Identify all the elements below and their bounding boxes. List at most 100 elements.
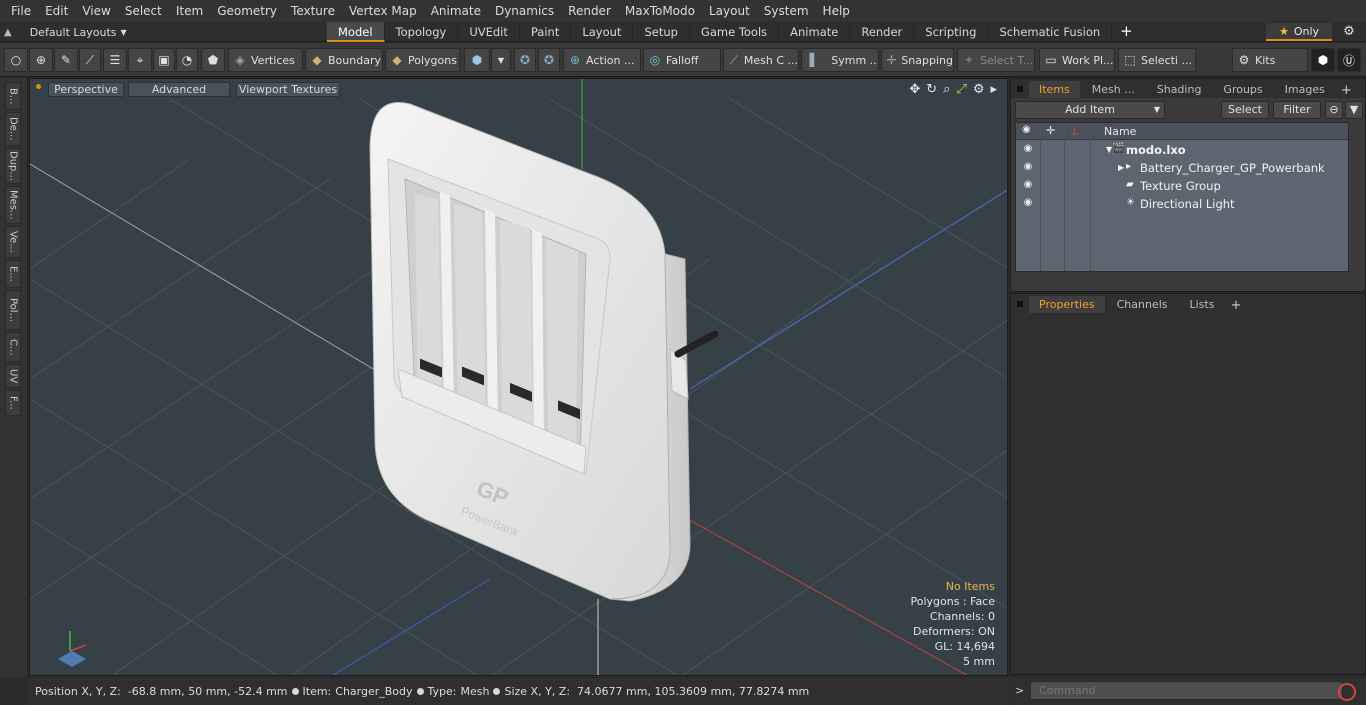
rotate-icon[interactable]: ↻ [926,82,937,97]
layout-selector[interactable]: ▲ Default Layouts ▼ [4,22,127,42]
left-tab-7[interactable]: C... [5,332,21,362]
menu-item-file[interactable]: File [4,0,38,22]
select-through-button[interactable]: ✦ Select T... [957,48,1035,72]
tree-row[interactable]: ◉ ▰ Texture Group [1016,177,1348,195]
visibility-eye-icon[interactable]: ◉ [1020,179,1036,193]
material-dropdown[interactable]: ▼ [491,48,511,72]
tab-uvedit[interactable]: UVEdit [458,22,520,42]
snapping-button[interactable]: ✛ Snapping [881,48,954,72]
props-tab-channels[interactable]: Channels [1107,296,1178,313]
menu-item-animate[interactable]: Animate [424,0,488,22]
left-tab-1[interactable]: De... [5,112,21,146]
tab-game-tools[interactable]: Game Tools [690,22,780,42]
work-plane-button[interactable]: ▭ Work Pl... [1039,48,1115,72]
expand-right-icon[interactable]: ▶ [1118,163,1124,172]
snap-a-button[interactable]: ✪ [514,48,536,72]
modo-cube-button[interactable]: ⬢ [1311,48,1335,72]
tab-animate[interactable]: Animate [779,22,851,42]
left-tab-8[interactable]: UV [5,364,21,388]
move-icon[interactable]: ✥ [909,82,920,97]
props-tab-properties[interactable]: Properties [1029,296,1105,313]
left-tab-6[interactable]: Pol... [5,290,21,330]
viewport-textures-button[interactable]: Viewport Textures [236,82,340,97]
3d-viewport[interactable]: GP PowerBank Perspective Advanced Viewpo… [29,78,1008,676]
tab-paint[interactable]: Paint [520,22,572,42]
menu-item-geometry[interactable]: Geometry [210,0,284,22]
tab-model[interactable]: Model [327,22,385,42]
tab-layout[interactable]: Layout [571,22,634,42]
tree-row[interactable]: ◉ ▼ 🎬 modo.lxo [1016,141,1348,159]
material-button[interactable]: ⬢ [464,48,490,72]
visibility-eye-icon[interactable]: ◉ [1020,197,1036,211]
select-button[interactable]: Select [1221,101,1269,119]
polygons-button[interactable]: ◆ Polygons [385,48,460,72]
select-circle-button[interactable]: ○ [4,48,28,72]
menu-item-texture[interactable]: Texture [284,0,342,22]
gear-icon[interactable]: ⚙ [1340,24,1358,40]
unreal-button[interactable]: Ⓤ [1337,48,1361,72]
tab-setup[interactable]: Setup [633,22,690,42]
funnel-button[interactable]: ▼ [1345,101,1363,119]
crosshair-button[interactable]: ⌖ [128,48,152,72]
items-tab-groups[interactable]: Groups [1213,81,1272,98]
menu-item-system[interactable]: System [757,0,816,22]
visibility-eye-icon[interactable]: ◉ [1020,161,1036,175]
menu-item-render[interactable]: Render [561,0,618,22]
items-tab-mesh[interactable]: Mesh ... [1082,81,1145,98]
zoom-icon[interactable]: ⌕ [943,82,950,97]
tab-schematic-fusion[interactable]: Schematic Fusion [988,22,1113,42]
play-icon[interactable]: ▸ [990,82,997,97]
items-tab-shading[interactable]: Shading [1147,81,1212,98]
globe-button[interactable]: ⊕ [29,48,53,72]
left-tab-5[interactable]: E... [5,260,21,288]
left-tab-9[interactable]: F... [5,390,21,416]
panel-menu-icon[interactable] [1017,86,1023,92]
add-panel-tab-icon[interactable]: + [1224,298,1247,313]
menu-item-maxtomodo[interactable]: MaxToModo [618,0,702,22]
add-item-button[interactable]: Add Item ▼ [1015,101,1165,119]
tab-render[interactable]: Render [850,22,915,42]
left-tab-0[interactable]: B... [5,82,21,110]
symmetry-button[interactable]: ▐ Symm ... [801,48,879,72]
add-tab-icon[interactable]: + [1112,22,1141,42]
advanced-button[interactable]: Advanced [128,82,230,97]
brush-button[interactable]: ⟋ [79,48,101,72]
selection-button[interactable]: ⬚ Selecti ... [1118,48,1196,72]
boundary-button[interactable]: ◆ Boundary [305,48,383,72]
menu-item-dynamics[interactable]: Dynamics [488,0,561,22]
visibility-eye-icon[interactable]: ◉ [1020,143,1036,157]
menu-item-layout[interactable]: Layout [702,0,757,22]
tab-topology[interactable]: Topology [385,22,459,42]
square-circle-button[interactable]: ▣ [153,48,175,72]
pen-button[interactable]: ✎ [54,48,78,72]
collapse-button[interactable]: ⊖ [1325,101,1343,119]
tree-row[interactable]: ◉ ▶ ▸ Battery_Charger_GP_Powerbank [1016,159,1348,177]
items-tab-images[interactable]: Images [1275,81,1335,98]
filter-button[interactable]: Filter [1273,101,1321,119]
perspective-button[interactable]: Perspective [48,82,124,97]
left-tab-3[interactable]: Mes... [5,186,21,224]
items-tab-items[interactable]: Items [1029,81,1080,98]
kits-button[interactable]: ⚙ Kits [1232,48,1308,72]
vertices-button[interactable]: ◈ Vertices [228,48,303,72]
menu-item-select[interactable]: Select [118,0,169,22]
props-tab-lists[interactable]: Lists [1180,296,1225,313]
snap-b-button[interactable]: ✪ [538,48,560,72]
dial-button[interactable]: ◔ [176,48,198,72]
tree-row[interactable]: ◉ ☀ Directional Light [1016,195,1348,213]
menu-item-item[interactable]: Item [169,0,210,22]
menu-item-view[interactable]: View [75,0,117,22]
align-button[interactable]: ☰ [103,48,127,72]
mesh-constraint-button[interactable]: ⟋ Mesh C ... [723,48,799,72]
action-button[interactable]: ⊕ Action ... [563,48,641,72]
panel-menu-icon[interactable] [1017,301,1023,307]
record-icon[interactable] [1338,683,1356,701]
command-input[interactable] [1030,681,1343,700]
add-panel-tab-icon[interactable]: + [1335,83,1358,98]
shield-button[interactable]: ⬟ [201,48,225,72]
menu-item-edit[interactable]: Edit [38,0,75,22]
menu-item-help[interactable]: Help [816,0,857,22]
tab-scripting[interactable]: Scripting [914,22,989,42]
fit-icon[interactable]: ⤢ [956,82,966,97]
left-tab-2[interactable]: Dup... [5,148,21,184]
